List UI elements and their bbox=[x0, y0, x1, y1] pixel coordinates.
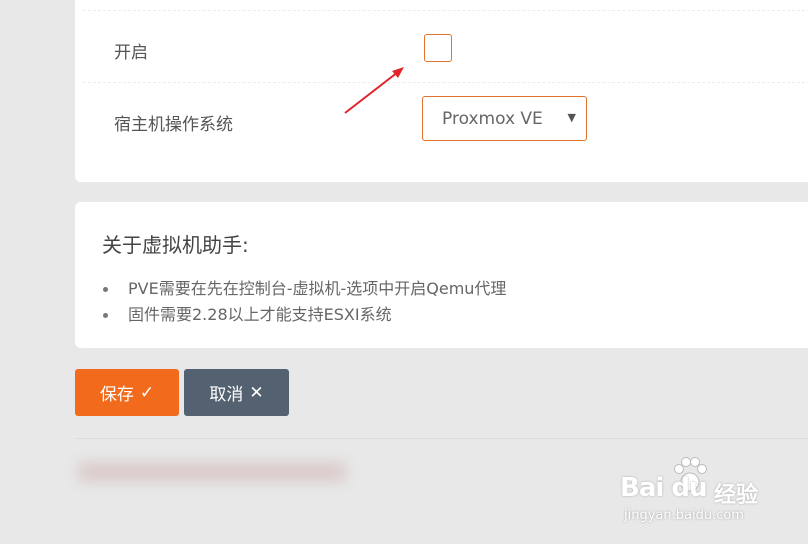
host-os-select[interactable]: Proxmox VE ▼ bbox=[422, 96, 587, 141]
enable-checkbox[interactable] bbox=[424, 34, 452, 62]
save-button[interactable]: 保存 ✓ bbox=[75, 369, 179, 416]
footer-divider bbox=[75, 438, 808, 439]
watermark-brand: 经验 bbox=[714, 483, 759, 508]
bullet-icon bbox=[103, 287, 108, 292]
list-item: 固件需要2.28以上才能支持ESXI系统 bbox=[102, 302, 506, 328]
save-label: 保存 bbox=[99, 385, 134, 405]
row-divider bbox=[83, 10, 808, 11]
blurred-footer-text bbox=[78, 462, 346, 482]
close-icon: ✕ bbox=[249, 382, 264, 403]
caret-down-icon: ▼ bbox=[567, 111, 576, 124]
list-item-text: PVE需要在先在控制台-虚拟机-选项中开启Qemu代理 bbox=[128, 279, 507, 298]
settings-card: 开启 宿主机操作系统 Proxmox VE ▼ bbox=[75, 0, 808, 182]
list-item: PVE需要在先在控制台-虚拟机-选项中开启Qemu代理 bbox=[102, 276, 506, 302]
info-list: PVE需要在先在控制台-虚拟机-选项中开启Qemu代理 固件需要2.28以上才能… bbox=[102, 276, 506, 328]
info-card: 关于虚拟机助手: PVE需要在先在控制台-虚拟机-选项中开启Qemu代理 固件需… bbox=[75, 202, 808, 348]
list-item-text: 固件需要2.28以上才能支持ESXI系统 bbox=[128, 305, 392, 324]
bullet-icon bbox=[103, 313, 108, 318]
info-title: 关于虚拟机助手: bbox=[102, 233, 249, 257]
host-os-value: Proxmox VE bbox=[442, 109, 543, 129]
enable-label: 开启 bbox=[114, 43, 148, 63]
cancel-label: 取消 bbox=[209, 385, 244, 405]
watermark-url: jingyan.baidu.com bbox=[624, 508, 744, 523]
host-os-label: 宿主机操作系统 bbox=[114, 115, 233, 135]
cancel-button[interactable]: 取消 ✕ bbox=[184, 369, 289, 416]
row-divider bbox=[83, 82, 808, 83]
baidu-jingyan-watermark: Bai du 经验 jingyan.baidu.com bbox=[618, 455, 768, 530]
checkmark-icon: ✓ bbox=[139, 382, 155, 403]
watermark-logo: Bai du bbox=[620, 473, 707, 503]
